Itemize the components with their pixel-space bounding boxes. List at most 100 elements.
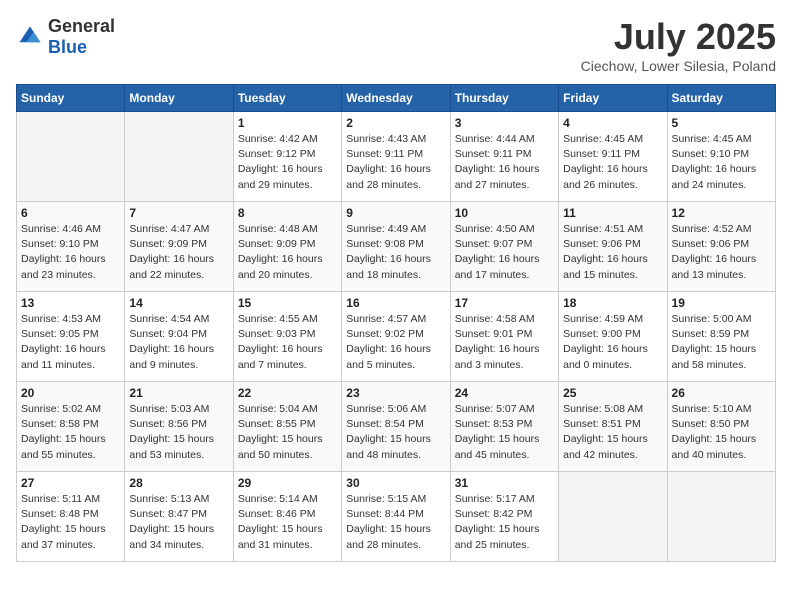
day-number: 13 — [21, 296, 120, 310]
calendar-cell: 31 Sunrise: 5:17 AMSunset: 8:42 PMDaylig… — [450, 472, 558, 562]
calendar-cell — [125, 112, 233, 202]
day-info: Sunrise: 4:51 AMSunset: 9:06 PMDaylight:… — [563, 222, 662, 283]
title-block: July 2025 Ciechow, Lower Silesia, Poland — [581, 16, 776, 74]
calendar-cell: 23 Sunrise: 5:06 AMSunset: 8:54 PMDaylig… — [342, 382, 450, 472]
day-info: Sunrise: 4:55 AMSunset: 9:03 PMDaylight:… — [238, 312, 337, 373]
day-number: 19 — [672, 296, 771, 310]
calendar-cell: 17 Sunrise: 4:58 AMSunset: 9:01 PMDaylig… — [450, 292, 558, 382]
day-number: 16 — [346, 296, 445, 310]
day-info: Sunrise: 4:47 AMSunset: 9:09 PMDaylight:… — [129, 222, 228, 283]
calendar-cell: 9 Sunrise: 4:49 AMSunset: 9:08 PMDayligh… — [342, 202, 450, 292]
calendar-cell: 6 Sunrise: 4:46 AMSunset: 9:10 PMDayligh… — [17, 202, 125, 292]
calendar-cell: 8 Sunrise: 4:48 AMSunset: 9:09 PMDayligh… — [233, 202, 341, 292]
calendar-cell — [559, 472, 667, 562]
day-info: Sunrise: 5:08 AMSunset: 8:51 PMDaylight:… — [563, 402, 662, 463]
calendar-cell — [667, 472, 775, 562]
day-info: Sunrise: 4:58 AMSunset: 9:01 PMDaylight:… — [455, 312, 554, 373]
day-number: 15 — [238, 296, 337, 310]
calendar-cell: 22 Sunrise: 5:04 AMSunset: 8:55 PMDaylig… — [233, 382, 341, 472]
day-header-wednesday: Wednesday — [342, 85, 450, 112]
day-number: 26 — [672, 386, 771, 400]
day-info: Sunrise: 4:46 AMSunset: 9:10 PMDaylight:… — [21, 222, 120, 283]
day-header-monday: Monday — [125, 85, 233, 112]
day-number: 20 — [21, 386, 120, 400]
day-info: Sunrise: 5:02 AMSunset: 8:58 PMDaylight:… — [21, 402, 120, 463]
calendar-week-row: 13 Sunrise: 4:53 AMSunset: 9:05 PMDaylig… — [17, 292, 776, 382]
day-header-tuesday: Tuesday — [233, 85, 341, 112]
calendar-cell: 7 Sunrise: 4:47 AMSunset: 9:09 PMDayligh… — [125, 202, 233, 292]
day-info: Sunrise: 5:15 AMSunset: 8:44 PMDaylight:… — [346, 492, 445, 553]
calendar-cell: 18 Sunrise: 4:59 AMSunset: 9:00 PMDaylig… — [559, 292, 667, 382]
calendar-cell: 16 Sunrise: 4:57 AMSunset: 9:02 PMDaylig… — [342, 292, 450, 382]
location-title: Ciechow, Lower Silesia, Poland — [581, 58, 776, 74]
day-number: 14 — [129, 296, 228, 310]
day-number: 29 — [238, 476, 337, 490]
day-info: Sunrise: 4:53 AMSunset: 9:05 PMDaylight:… — [21, 312, 120, 373]
logo-text: General Blue — [48, 16, 115, 58]
logo-blue: Blue — [48, 37, 87, 57]
day-number: 31 — [455, 476, 554, 490]
logo: General Blue — [16, 16, 115, 58]
day-number: 3 — [455, 116, 554, 130]
day-info: Sunrise: 4:49 AMSunset: 9:08 PMDaylight:… — [346, 222, 445, 283]
day-info: Sunrise: 5:00 AMSunset: 8:59 PMDaylight:… — [672, 312, 771, 373]
calendar-cell: 3 Sunrise: 4:44 AMSunset: 9:11 PMDayligh… — [450, 112, 558, 202]
day-number: 27 — [21, 476, 120, 490]
day-number: 24 — [455, 386, 554, 400]
day-number: 28 — [129, 476, 228, 490]
calendar-table: SundayMondayTuesdayWednesdayThursdayFrid… — [16, 84, 776, 562]
day-number: 21 — [129, 386, 228, 400]
day-number: 22 — [238, 386, 337, 400]
day-number: 2 — [346, 116, 445, 130]
day-info: Sunrise: 4:59 AMSunset: 9:00 PMDaylight:… — [563, 312, 662, 373]
calendar-cell: 2 Sunrise: 4:43 AMSunset: 9:11 PMDayligh… — [342, 112, 450, 202]
day-number: 25 — [563, 386, 662, 400]
calendar-cell: 15 Sunrise: 4:55 AMSunset: 9:03 PMDaylig… — [233, 292, 341, 382]
calendar-cell: 28 Sunrise: 5:13 AMSunset: 8:47 PMDaylig… — [125, 472, 233, 562]
logo-icon — [16, 23, 44, 51]
calendar-cell — [17, 112, 125, 202]
calendar-cell: 24 Sunrise: 5:07 AMSunset: 8:53 PMDaylig… — [450, 382, 558, 472]
calendar-week-row: 1 Sunrise: 4:42 AMSunset: 9:12 PMDayligh… — [17, 112, 776, 202]
day-number: 23 — [346, 386, 445, 400]
day-number: 6 — [21, 206, 120, 220]
day-info: Sunrise: 5:10 AMSunset: 8:50 PMDaylight:… — [672, 402, 771, 463]
calendar-week-row: 27 Sunrise: 5:11 AMSunset: 8:48 PMDaylig… — [17, 472, 776, 562]
calendar-cell: 12 Sunrise: 4:52 AMSunset: 9:06 PMDaylig… — [667, 202, 775, 292]
day-number: 17 — [455, 296, 554, 310]
day-info: Sunrise: 5:13 AMSunset: 8:47 PMDaylight:… — [129, 492, 228, 553]
calendar-cell: 27 Sunrise: 5:11 AMSunset: 8:48 PMDaylig… — [17, 472, 125, 562]
day-info: Sunrise: 5:06 AMSunset: 8:54 PMDaylight:… — [346, 402, 445, 463]
day-number: 12 — [672, 206, 771, 220]
calendar-cell: 4 Sunrise: 4:45 AMSunset: 9:11 PMDayligh… — [559, 112, 667, 202]
calendar-cell: 25 Sunrise: 5:08 AMSunset: 8:51 PMDaylig… — [559, 382, 667, 472]
day-info: Sunrise: 4:50 AMSunset: 9:07 PMDaylight:… — [455, 222, 554, 283]
day-info: Sunrise: 5:17 AMSunset: 8:42 PMDaylight:… — [455, 492, 554, 553]
calendar-cell: 30 Sunrise: 5:15 AMSunset: 8:44 PMDaylig… — [342, 472, 450, 562]
calendar-week-row: 20 Sunrise: 5:02 AMSunset: 8:58 PMDaylig… — [17, 382, 776, 472]
day-header-sunday: Sunday — [17, 85, 125, 112]
day-info: Sunrise: 4:42 AMSunset: 9:12 PMDaylight:… — [238, 132, 337, 193]
day-info: Sunrise: 5:11 AMSunset: 8:48 PMDaylight:… — [21, 492, 120, 553]
day-number: 18 — [563, 296, 662, 310]
day-info: Sunrise: 5:04 AMSunset: 8:55 PMDaylight:… — [238, 402, 337, 463]
day-number: 1 — [238, 116, 337, 130]
day-info: Sunrise: 4:45 AMSunset: 9:10 PMDaylight:… — [672, 132, 771, 193]
day-header-thursday: Thursday — [450, 85, 558, 112]
day-number: 30 — [346, 476, 445, 490]
day-number: 5 — [672, 116, 771, 130]
day-info: Sunrise: 5:03 AMSunset: 8:56 PMDaylight:… — [129, 402, 228, 463]
calendar-cell: 29 Sunrise: 5:14 AMSunset: 8:46 PMDaylig… — [233, 472, 341, 562]
day-info: Sunrise: 5:14 AMSunset: 8:46 PMDaylight:… — [238, 492, 337, 553]
day-number: 11 — [563, 206, 662, 220]
day-header-friday: Friday — [559, 85, 667, 112]
month-title: July 2025 — [581, 16, 776, 58]
calendar-cell: 14 Sunrise: 4:54 AMSunset: 9:04 PMDaylig… — [125, 292, 233, 382]
calendar-cell: 13 Sunrise: 4:53 AMSunset: 9:05 PMDaylig… — [17, 292, 125, 382]
calendar-week-row: 6 Sunrise: 4:46 AMSunset: 9:10 PMDayligh… — [17, 202, 776, 292]
day-number: 9 — [346, 206, 445, 220]
calendar-cell: 21 Sunrise: 5:03 AMSunset: 8:56 PMDaylig… — [125, 382, 233, 472]
day-info: Sunrise: 5:07 AMSunset: 8:53 PMDaylight:… — [455, 402, 554, 463]
day-info: Sunrise: 4:43 AMSunset: 9:11 PMDaylight:… — [346, 132, 445, 193]
day-info: Sunrise: 4:45 AMSunset: 9:11 PMDaylight:… — [563, 132, 662, 193]
